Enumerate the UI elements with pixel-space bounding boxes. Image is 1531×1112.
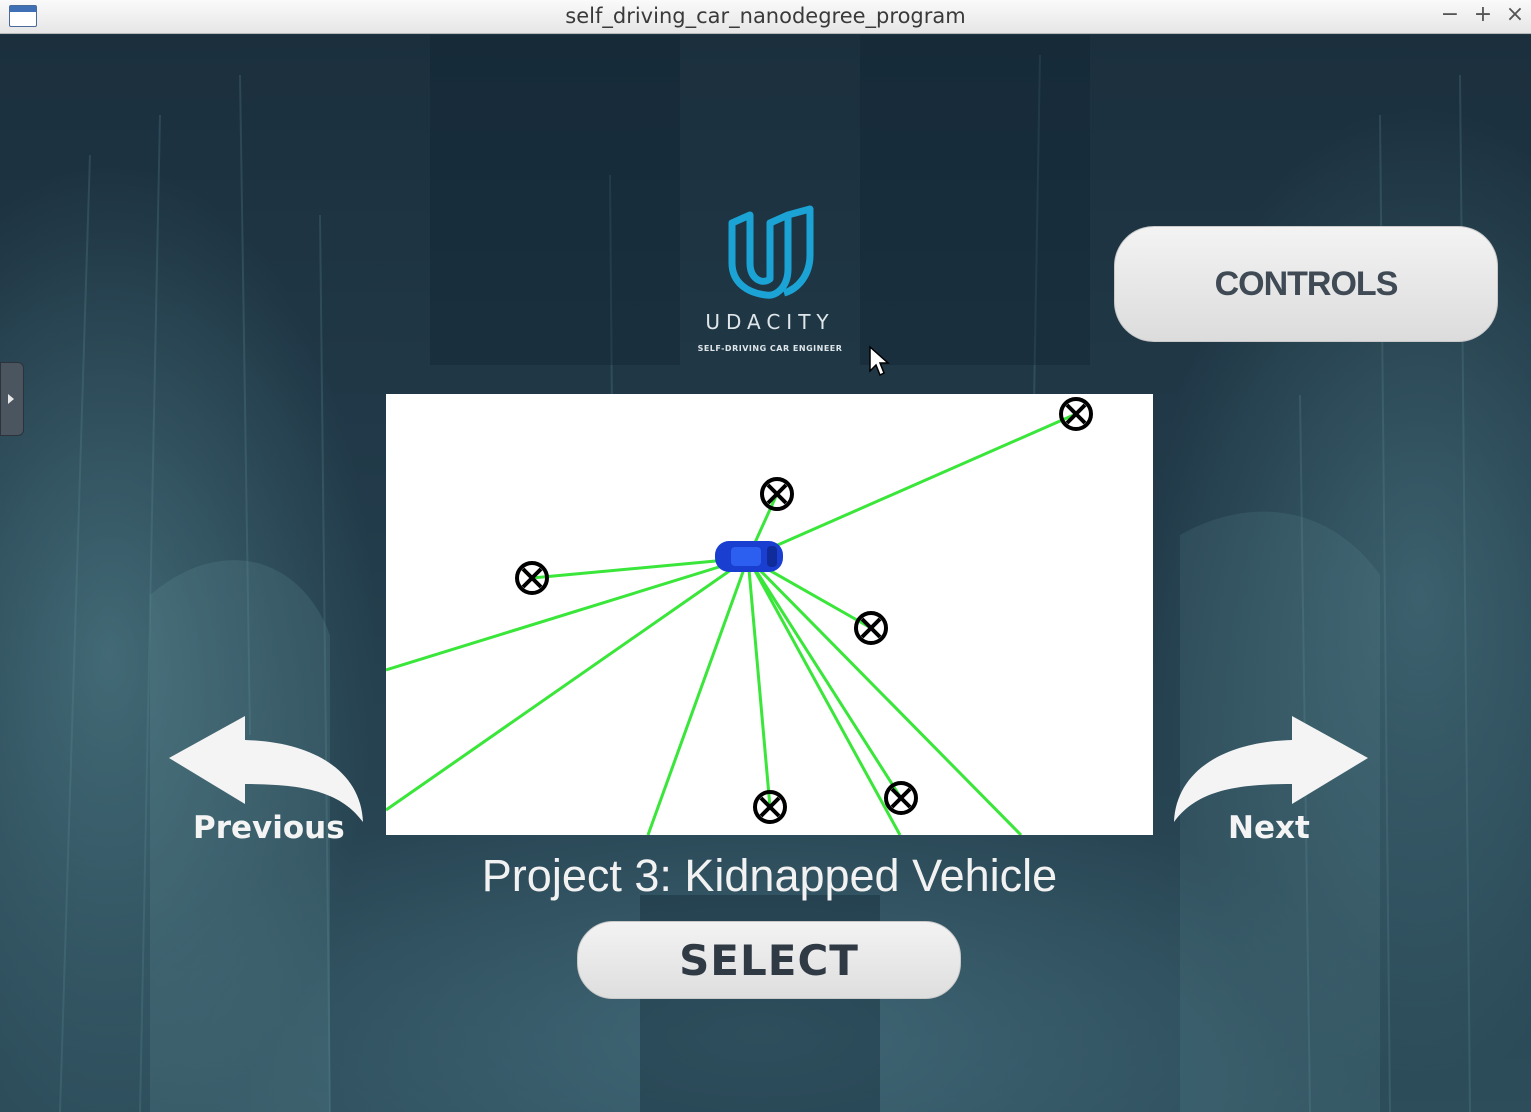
next-arrow-icon xyxy=(1174,716,1368,822)
close-button[interactable]: × xyxy=(1501,2,1529,27)
next-button[interactable]: Next xyxy=(1168,712,1378,862)
select-button[interactable]: SELECT xyxy=(577,921,961,999)
minimize-button[interactable]: − xyxy=(1436,2,1464,27)
landmark-markers xyxy=(515,397,1093,824)
project-preview-image xyxy=(386,394,1153,835)
side-panel-toggle[interactable] xyxy=(0,362,24,436)
previous-label: Previous xyxy=(193,810,345,846)
window-title: self_driving_car_nanodegree_program xyxy=(565,4,966,28)
logo-brand-text: UDACITY xyxy=(705,310,835,334)
project-title: Project 3: Kidnapped Vehicle xyxy=(481,850,1058,901)
logo-tagline: SELF-DRIVING CAR ENGINEER xyxy=(697,344,843,353)
kidnapped-vehicle-preview xyxy=(386,397,1093,835)
udacity-u-icon xyxy=(728,205,814,299)
mouse-cursor-icon xyxy=(869,345,890,377)
maximize-button[interactable]: + xyxy=(1469,2,1497,27)
previous-button[interactable]: Previous xyxy=(165,712,375,862)
next-label: Next xyxy=(1228,810,1310,846)
previous-arrow-icon xyxy=(169,716,363,822)
udacity-logo: UDACITY SELF-DRIVING CAR ENGINEER xyxy=(690,205,850,375)
vehicle-icon xyxy=(715,541,783,572)
controls-button[interactable]: CONTROLS xyxy=(1114,226,1498,342)
window-titlebar[interactable]: self_driving_car_nanodegree_program − + … xyxy=(0,0,1531,34)
